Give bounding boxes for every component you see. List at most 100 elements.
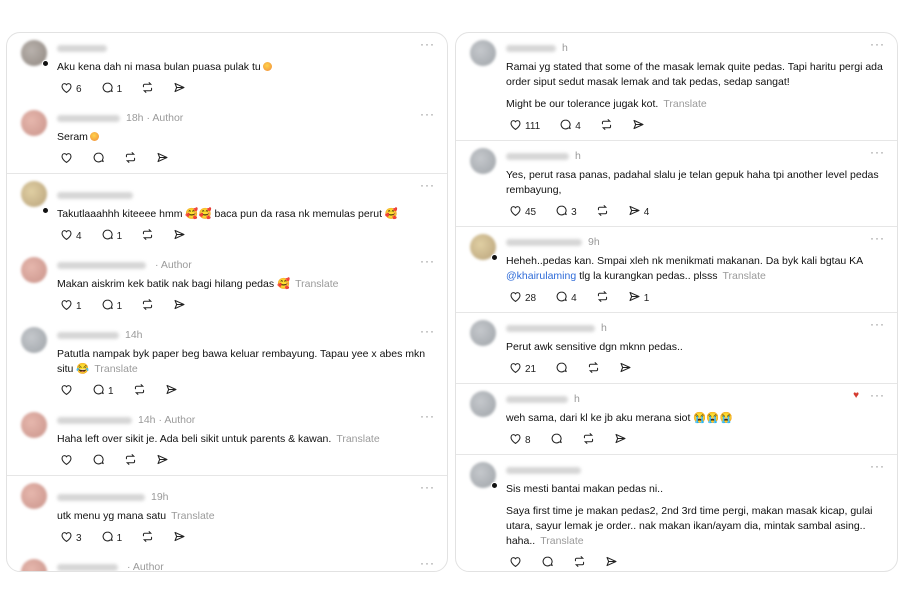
more-icon[interactable]: ··· bbox=[420, 409, 435, 423]
username-blurred[interactable] bbox=[506, 152, 569, 160]
username-blurred[interactable] bbox=[506, 466, 581, 474]
repost-button[interactable] bbox=[597, 118, 613, 134]
username-blurred[interactable] bbox=[57, 331, 119, 339]
share-button[interactable] bbox=[153, 151, 169, 167]
avatar[interactable] bbox=[470, 148, 496, 174]
more-icon[interactable]: ··· bbox=[420, 178, 435, 192]
avatar[interactable] bbox=[21, 327, 47, 353]
avatar[interactable] bbox=[470, 391, 496, 417]
more-icon[interactable]: ··· bbox=[870, 388, 885, 402]
share-button[interactable] bbox=[170, 81, 186, 97]
reply-button[interactable]: 1 bbox=[98, 530, 122, 546]
heart-button[interactable] bbox=[506, 555, 522, 571]
username-blurred[interactable] bbox=[57, 261, 146, 269]
username-blurred[interactable] bbox=[57, 44, 107, 52]
follow-dot[interactable] bbox=[491, 254, 498, 261]
heart-button[interactable] bbox=[57, 151, 73, 167]
heart-button[interactable]: 4 bbox=[57, 228, 82, 244]
share-button[interactable] bbox=[616, 361, 632, 377]
more-icon[interactable]: ··· bbox=[870, 37, 885, 51]
avatar[interactable] bbox=[21, 483, 47, 509]
translate-link[interactable]: Translate bbox=[540, 535, 583, 547]
translate-link[interactable]: Translate bbox=[295, 278, 338, 290]
reply-button[interactable] bbox=[547, 432, 563, 448]
more-icon[interactable]: ··· bbox=[420, 324, 435, 338]
repost-button[interactable] bbox=[138, 228, 154, 244]
share-button[interactable] bbox=[602, 555, 618, 571]
reply-button[interactable]: 1 bbox=[98, 298, 122, 314]
translate-link[interactable]: Translate bbox=[663, 98, 706, 110]
reply-button[interactable]: 1 bbox=[98, 81, 122, 97]
more-icon[interactable]: ··· bbox=[870, 145, 885, 159]
repost-button[interactable] bbox=[593, 204, 609, 220]
share-button[interactable] bbox=[611, 432, 627, 448]
translate-link[interactable]: Translate bbox=[94, 363, 137, 375]
heart-button[interactable]: 3 bbox=[57, 530, 82, 546]
more-icon[interactable]: ··· bbox=[420, 480, 435, 494]
username-blurred[interactable] bbox=[506, 324, 595, 332]
translate-link[interactable]: Translate bbox=[171, 510, 214, 522]
avatar[interactable] bbox=[21, 110, 47, 136]
reply-button[interactable] bbox=[538, 555, 554, 571]
repost-button[interactable] bbox=[121, 151, 137, 167]
heart-button[interactable]: 45 bbox=[506, 204, 536, 220]
avatar[interactable] bbox=[21, 559, 47, 571]
repost-button[interactable] bbox=[570, 555, 586, 571]
avatar[interactable] bbox=[21, 257, 47, 283]
repost-button[interactable] bbox=[130, 383, 146, 399]
share-button[interactable]: 1 bbox=[625, 290, 649, 306]
heart-button[interactable]: 8 bbox=[506, 432, 531, 448]
username-blurred[interactable] bbox=[57, 563, 118, 571]
username-blurred[interactable] bbox=[506, 395, 568, 403]
repost-button[interactable] bbox=[138, 81, 154, 97]
share-button[interactable] bbox=[170, 228, 186, 244]
heart-button[interactable]: 21 bbox=[506, 361, 536, 377]
heart-button[interactable]: 111 bbox=[506, 118, 540, 134]
reply-button[interactable]: 1 bbox=[98, 228, 122, 244]
avatar[interactable] bbox=[470, 320, 496, 346]
reply-button[interactable] bbox=[552, 361, 568, 377]
username-blurred[interactable] bbox=[57, 416, 132, 424]
avatar[interactable] bbox=[21, 412, 47, 438]
more-icon[interactable]: ··· bbox=[870, 231, 885, 245]
follow-dot[interactable] bbox=[42, 207, 49, 214]
translate-link[interactable]: Translate bbox=[722, 270, 765, 282]
repost-button[interactable] bbox=[579, 432, 595, 448]
reply-button[interactable]: 4 bbox=[552, 290, 577, 306]
avatar[interactable] bbox=[21, 181, 47, 207]
username-blurred[interactable] bbox=[57, 493, 145, 501]
heart-button[interactable]: 1 bbox=[57, 298, 82, 314]
more-icon[interactable]: ··· bbox=[420, 556, 435, 570]
repost-button[interactable] bbox=[593, 290, 609, 306]
username-blurred[interactable] bbox=[57, 114, 120, 122]
share-button[interactable]: 4 bbox=[625, 204, 649, 220]
username-blurred[interactable] bbox=[57, 191, 133, 199]
heart-button[interactable] bbox=[57, 453, 73, 469]
avatar[interactable] bbox=[470, 40, 496, 66]
repost-button[interactable] bbox=[584, 361, 600, 377]
repost-button[interactable] bbox=[121, 453, 137, 469]
reply-button[interactable]: 1 bbox=[89, 383, 114, 399]
share-button[interactable] bbox=[153, 453, 169, 469]
heart-button[interactable]: 6 bbox=[57, 81, 82, 97]
repost-button[interactable] bbox=[138, 298, 154, 314]
translate-link[interactable]: Translate bbox=[336, 433, 379, 445]
more-icon[interactable]: ··· bbox=[420, 37, 435, 51]
more-icon[interactable]: ··· bbox=[870, 317, 885, 331]
heart-button[interactable] bbox=[57, 383, 73, 399]
heart-button[interactable]: 28 bbox=[506, 290, 536, 306]
reply-button[interactable] bbox=[89, 453, 105, 469]
more-icon[interactable]: ··· bbox=[420, 107, 435, 121]
share-button[interactable] bbox=[629, 118, 645, 134]
mention-link[interactable]: @khairulaming bbox=[506, 270, 576, 282]
reply-button[interactable]: 3 bbox=[552, 204, 577, 220]
reply-button[interactable] bbox=[89, 151, 105, 167]
share-button[interactable] bbox=[170, 530, 186, 546]
share-button[interactable] bbox=[170, 298, 186, 314]
reply-button[interactable]: 4 bbox=[556, 118, 581, 134]
follow-dot[interactable] bbox=[491, 482, 498, 489]
username-blurred[interactable] bbox=[506, 44, 556, 52]
username-blurred[interactable] bbox=[506, 238, 582, 246]
share-button[interactable] bbox=[162, 383, 178, 399]
repost-button[interactable] bbox=[138, 530, 154, 546]
